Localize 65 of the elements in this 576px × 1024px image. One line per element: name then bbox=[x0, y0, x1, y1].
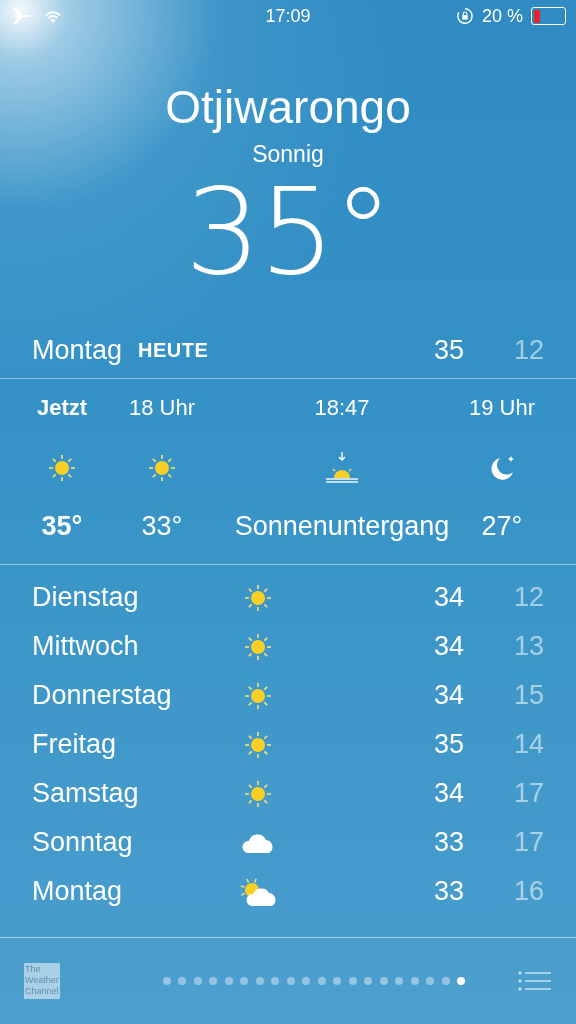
battery-percentage: 20 % bbox=[481, 5, 523, 27]
page-dot[interactable] bbox=[209, 977, 218, 985]
hour-label: 19 Uhr bbox=[469, 395, 536, 422]
high-temperature: 35 bbox=[432, 334, 464, 366]
high-temperature: 35 bbox=[432, 729, 464, 760]
hour-temperature: 35° bbox=[41, 511, 83, 542]
high-temperature: 34 bbox=[432, 778, 464, 809]
page-dot[interactable] bbox=[333, 977, 342, 985]
page-dot[interactable] bbox=[240, 977, 249, 985]
day-name: Freitag bbox=[32, 729, 118, 760]
page-dot[interactable] bbox=[286, 977, 295, 985]
day-name: Donnerstag bbox=[32, 680, 173, 711]
sun-cloud-icon bbox=[238, 875, 278, 908]
day-name: Montag bbox=[32, 334, 123, 366]
page-dot[interactable] bbox=[255, 977, 264, 985]
page-dot[interactable] bbox=[302, 977, 311, 985]
low-temperature: 15 bbox=[512, 680, 544, 711]
hour-temperature: Sonnenuntergang bbox=[234, 511, 450, 542]
hour-label: 18 Uhr bbox=[128, 395, 195, 422]
low-temperature: 12 bbox=[512, 582, 544, 613]
page-dot[interactable] bbox=[271, 977, 280, 985]
day-name: Mittwoch bbox=[32, 631, 140, 662]
low-temperature: 17 bbox=[512, 778, 544, 809]
day-name: Dienstag bbox=[32, 582, 140, 613]
page-dot[interactable] bbox=[162, 977, 171, 985]
sun-icon bbox=[46, 452, 78, 484]
low-temperature: 13 bbox=[512, 631, 544, 662]
day-name: Sonntag bbox=[32, 827, 134, 858]
rotation-lock-icon bbox=[455, 7, 474, 25]
condition-text: Sonnig bbox=[252, 140, 324, 168]
page-dot[interactable] bbox=[379, 977, 388, 985]
page-dot[interactable] bbox=[441, 977, 450, 985]
battery-icon bbox=[531, 7, 566, 25]
page-dot[interactable] bbox=[193, 977, 202, 985]
high-temperature: 34 bbox=[432, 631, 464, 662]
high-temperature: 33 bbox=[432, 827, 464, 858]
low-temperature: 16 bbox=[512, 876, 544, 907]
page-dot[interactable] bbox=[410, 977, 419, 985]
status-time: 17:09 bbox=[265, 5, 311, 27]
high-temperature: 34 bbox=[432, 680, 464, 711]
low-temperature: 14 bbox=[512, 729, 544, 760]
page-dot[interactable] bbox=[395, 977, 404, 985]
hour-label: 18:47 bbox=[314, 395, 370, 422]
page-dot[interactable] bbox=[317, 977, 326, 985]
sun-icon bbox=[146, 452, 178, 484]
low-temperature: 12 bbox=[512, 334, 544, 366]
page-dot[interactable] bbox=[178, 977, 187, 985]
page-dot[interactable] bbox=[224, 977, 233, 985]
weather-channel-logo[interactable]: The Weather Channel bbox=[24, 963, 60, 999]
high-temperature: 34 bbox=[432, 582, 464, 613]
day-name: Montag bbox=[32, 876, 124, 907]
page-dot[interactable] bbox=[364, 977, 373, 985]
page-dot[interactable] bbox=[457, 977, 466, 985]
page-dot[interactable] bbox=[348, 977, 357, 985]
list-icon[interactable] bbox=[518, 970, 552, 992]
hour-temperature: 33° bbox=[141, 511, 183, 542]
hour-temperature: 27° bbox=[481, 511, 523, 542]
high-temperature: 33 bbox=[432, 876, 464, 907]
low-temperature: 17 bbox=[512, 827, 544, 858]
page-dot[interactable] bbox=[426, 977, 435, 985]
hour-label: Jetzt bbox=[36, 395, 88, 422]
day-name: Samstag bbox=[32, 778, 140, 809]
today-label: HEUTE bbox=[138, 338, 209, 362]
current-temperature: 35° bbox=[184, 172, 392, 292]
city-name: Otjiwarongo bbox=[165, 80, 411, 134]
